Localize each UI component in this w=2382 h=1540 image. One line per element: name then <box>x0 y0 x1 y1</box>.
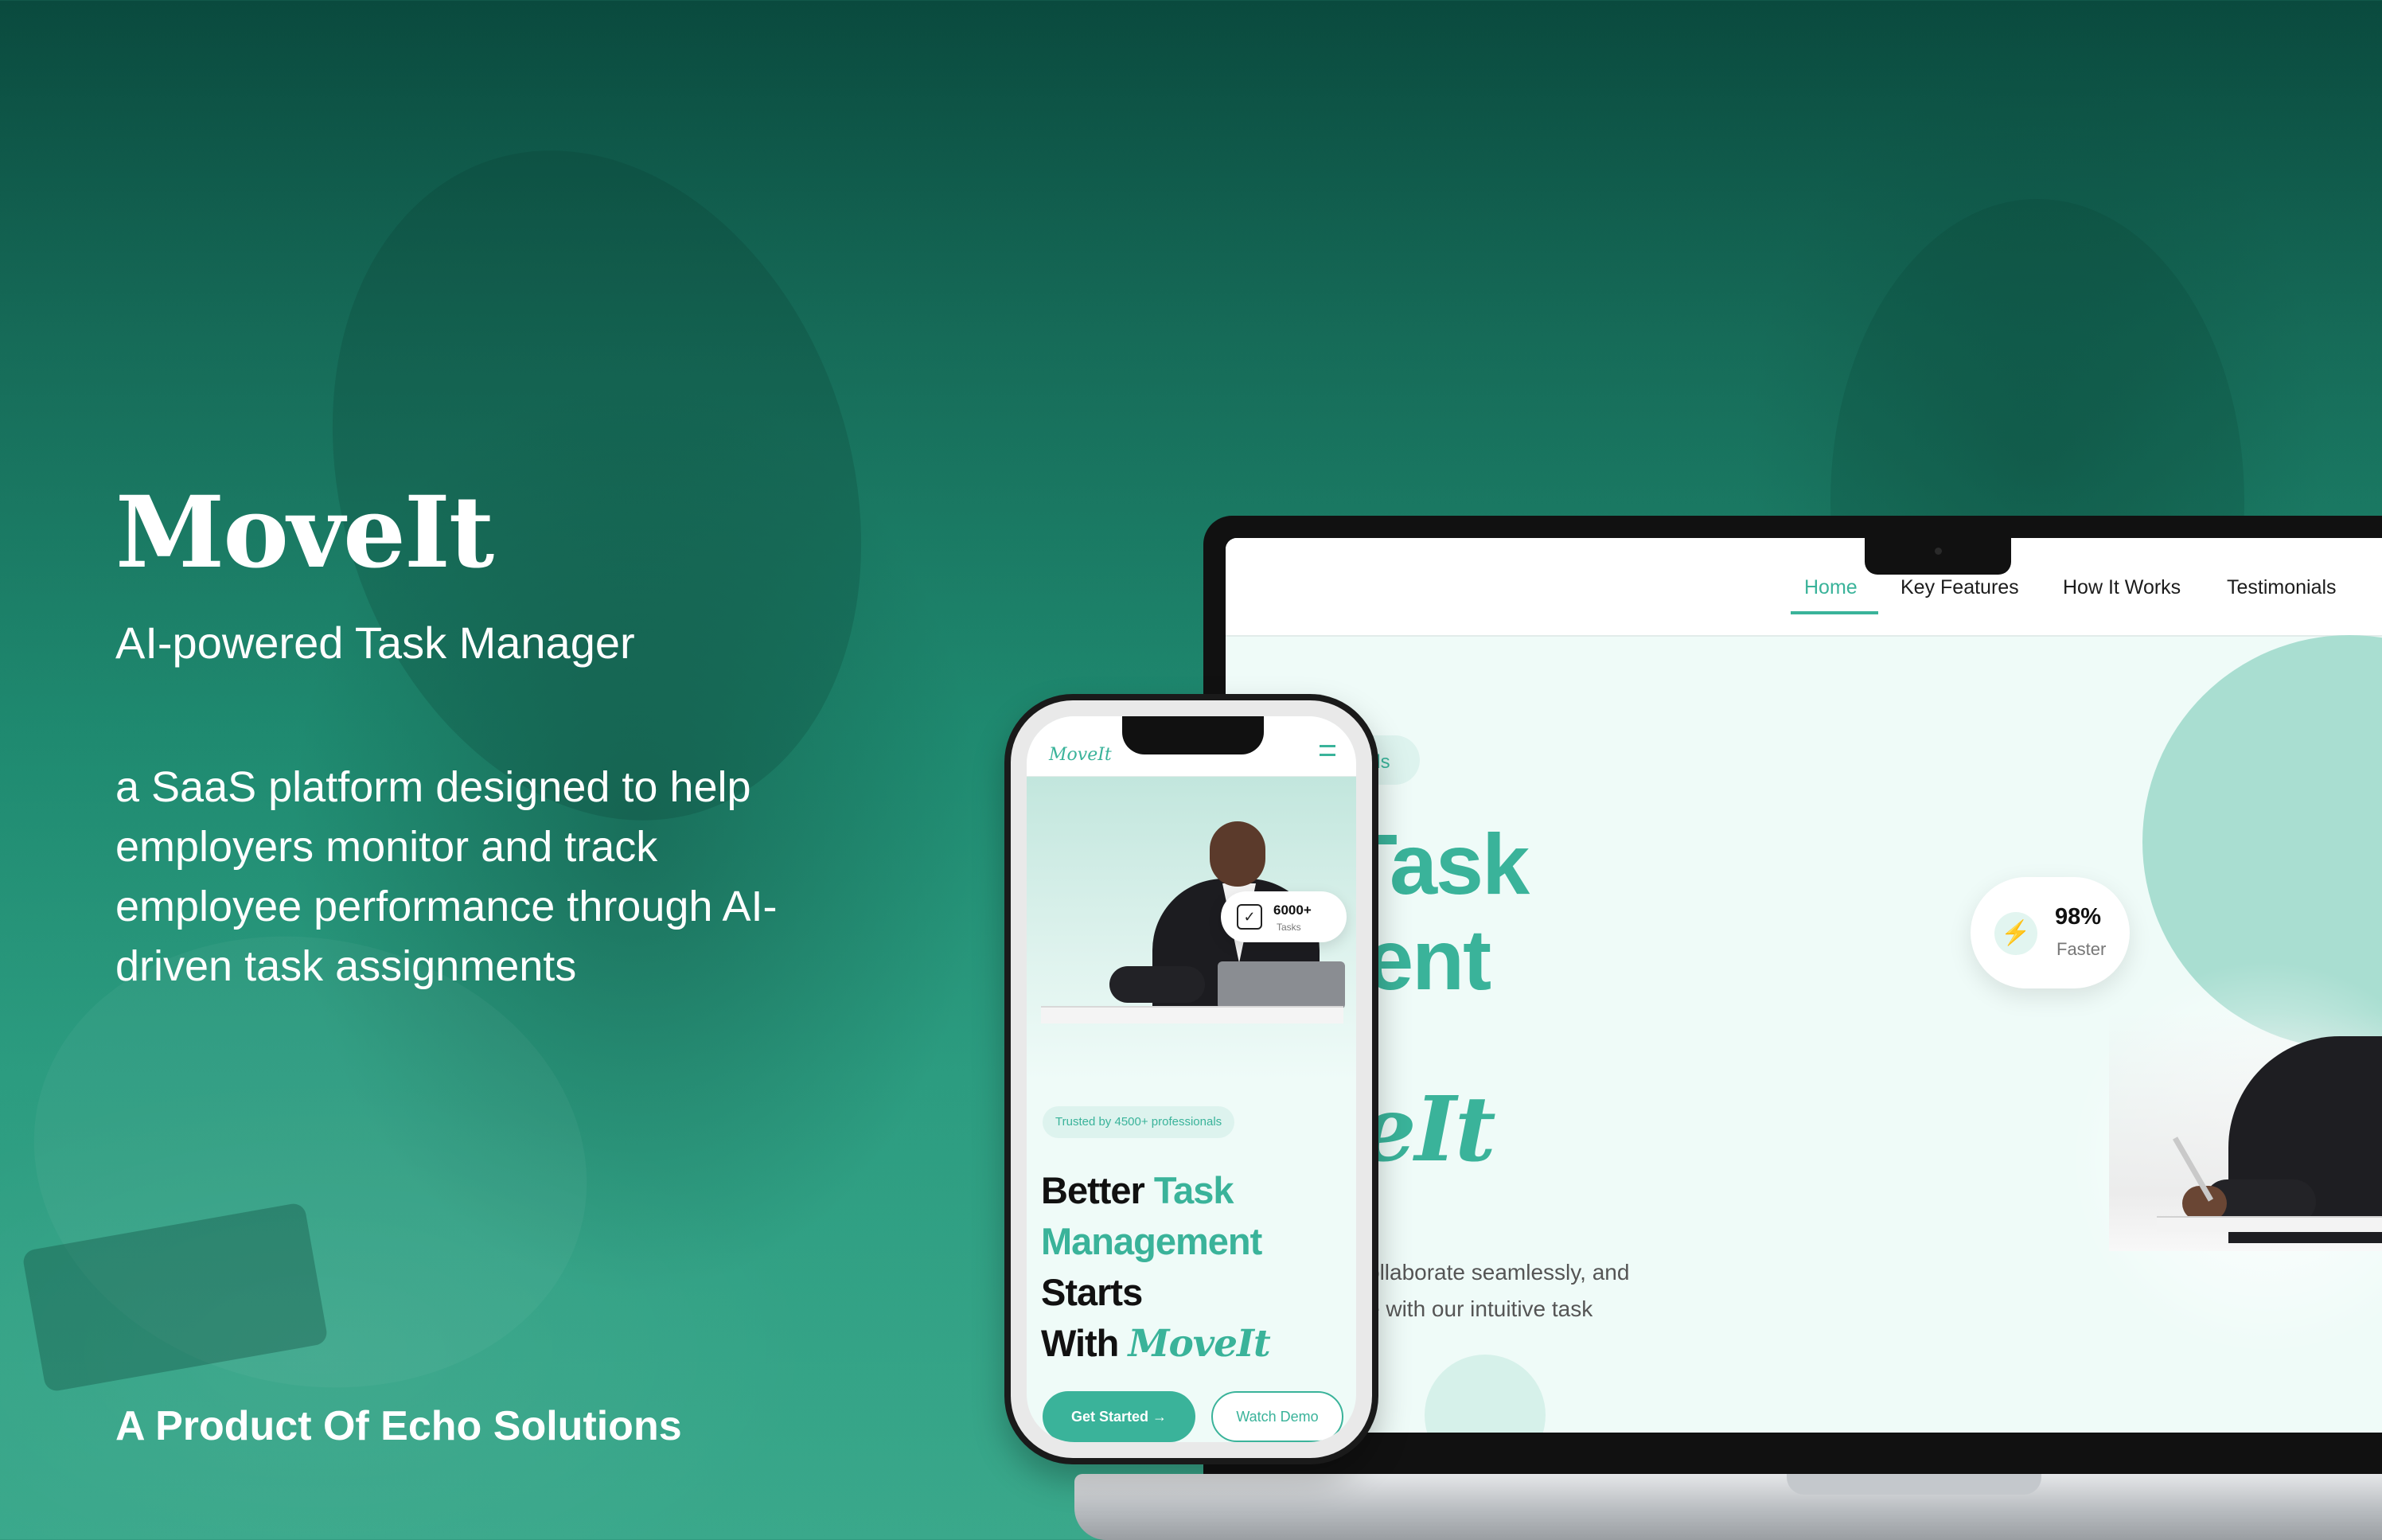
laptop-hinge <box>1787 1474 2041 1495</box>
laptop-notch <box>1865 538 2011 575</box>
hero-paragraph-line: ollaborate seamlessly, and <box>1367 1260 1630 1285</box>
heading-text: With <box>1041 1322 1119 1364</box>
hero-paragraph-line: e with our intuitive task <box>1367 1296 1593 1321</box>
nav-link-home[interactable]: Home <box>1804 578 1858 598</box>
hamburger-icon[interactable] <box>1320 745 1335 756</box>
heading-accent-text: Management <box>1041 1220 1262 1262</box>
laptop-base <box>1074 1474 2382 1540</box>
phone-logo[interactable]: MoveIt <box>1049 745 1112 765</box>
brand-footer: A Product Of Echo Solutions <box>115 1403 682 1449</box>
heading-text: Better <box>1041 1169 1145 1211</box>
nav-link-key-features[interactable]: Key Features <box>1901 578 2019 598</box>
get-started-button[interactable]: Get Started → <box>1043 1391 1195 1442</box>
hero-heading-line: Better Task <box>1041 1172 1234 1209</box>
stat-card: ⚡ 98% Faster <box>1971 877 2130 988</box>
hero-heading-line: Management <box>1041 1220 1262 1262</box>
phone-dynamic-island <box>1122 716 1264 754</box>
phone-frame: MoveIt ✓ 6000+ Tasks Trusted by 4500+ pr… <box>1011 700 1372 1458</box>
desk-paper <box>2157 1216 2382 1232</box>
hero-paragraph: ollaborate seamlessly, and e with our in… <box>1367 1254 1733 1328</box>
hero-bubble-decoration <box>1425 1355 1546 1433</box>
phone-hero-image: ✓ 6000+ Tasks <box>1027 777 1356 1079</box>
stat-value: 6000+ <box>1273 903 1312 918</box>
brand-subtitle: AI-powered Task Manager <box>115 618 635 668</box>
stat-label: Faster <box>2056 939 2107 959</box>
person-arm <box>1109 966 1205 1003</box>
stat-value: 98% <box>2055 904 2102 930</box>
person-head <box>1210 821 1265 887</box>
heading-accent-text: Task <box>1153 1169 1234 1211</box>
heading-brand-text: MoveIt <box>1128 1322 1270 1366</box>
nav-link-how-it-works[interactable]: How It Works <box>2063 578 2181 598</box>
trusted-badge: Trusted by 4500+ professionals <box>1043 1106 1235 1138</box>
hero-person-image <box>2109 1012 2382 1251</box>
heading-text: Starts <box>1041 1271 1143 1313</box>
brand-description: a SaaS platform designed to help employe… <box>115 763 778 990</box>
stat-card: ✓ 6000+ Tasks <box>1221 891 1347 942</box>
brand-title: MoveIt <box>115 475 494 591</box>
laptop-screen: Home Key Features How It Works Testimoni… <box>1226 538 2382 1433</box>
nav-link-testimonials[interactable]: Testimonials <box>2227 578 2337 598</box>
nav-active-indicator <box>1791 611 1878 614</box>
laptop-icon <box>1218 961 1345 1009</box>
hero-heading-line: With MoveIt <box>1041 1322 1271 1366</box>
laptop-navbar: Home Key Features How It Works Testimoni… <box>1226 538 2382 637</box>
watch-demo-button[interactable]: Watch Demo <box>1211 1391 1343 1442</box>
background-laptop <box>21 1202 329 1393</box>
camera-icon <box>1935 548 1942 555</box>
desk <box>1041 1006 1343 1023</box>
lightning-icon: ⚡ <box>1994 912 2037 955</box>
laptop-mockup: Home Key Features How It Works Testimoni… <box>1203 516 2382 1480</box>
stat-label: Tasks <box>1277 922 1301 933</box>
hero-heading-line: Starts <box>1041 1271 1143 1313</box>
checkbox-icon: ✓ <box>1237 904 1262 930</box>
phone-screen: MoveIt ✓ 6000+ Tasks Trusted by 4500+ pr… <box>1027 716 1356 1442</box>
phone-mockup: MoveIt ✓ 6000+ Tasks Trusted by 4500+ pr… <box>1004 694 1378 1464</box>
